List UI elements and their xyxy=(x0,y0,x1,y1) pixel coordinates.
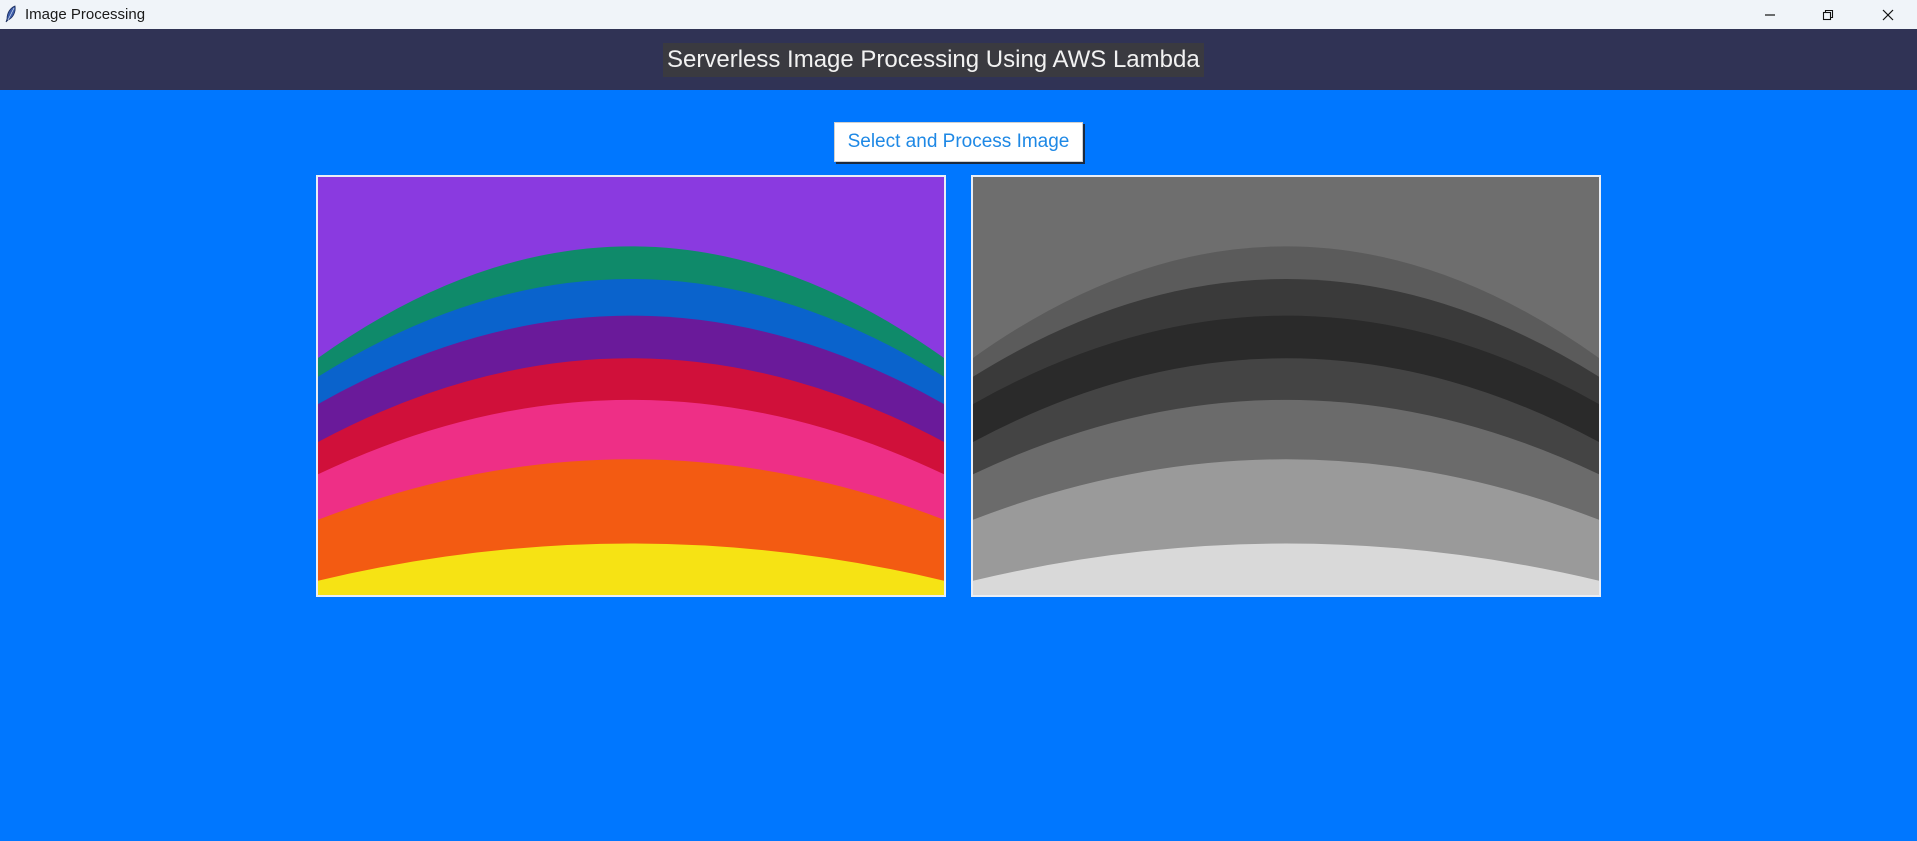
title-bar: Image Processing xyxy=(0,0,1917,30)
close-button[interactable] xyxy=(1859,0,1917,29)
close-icon xyxy=(1882,9,1894,20)
processed-image-graphic xyxy=(973,177,1599,595)
original-image-graphic xyxy=(318,177,944,595)
app-window: Image Processing Serverless Image Proces… xyxy=(0,0,1917,841)
header-band: Serverless Image Processing Using AWS La… xyxy=(0,29,1917,90)
original-image xyxy=(316,175,946,597)
minimize-icon xyxy=(1765,13,1775,16)
processed-image xyxy=(971,175,1601,597)
minimize-button[interactable] xyxy=(1741,0,1799,29)
page-title: Serverless Image Processing Using AWS La… xyxy=(663,43,1204,77)
window-title: Image Processing xyxy=(25,6,146,23)
select-and-process-image-button[interactable]: Select and Process Image xyxy=(834,122,1083,162)
feather-icon xyxy=(5,5,16,23)
restore-button[interactable] xyxy=(1799,0,1857,29)
restore-icon xyxy=(1822,9,1834,20)
